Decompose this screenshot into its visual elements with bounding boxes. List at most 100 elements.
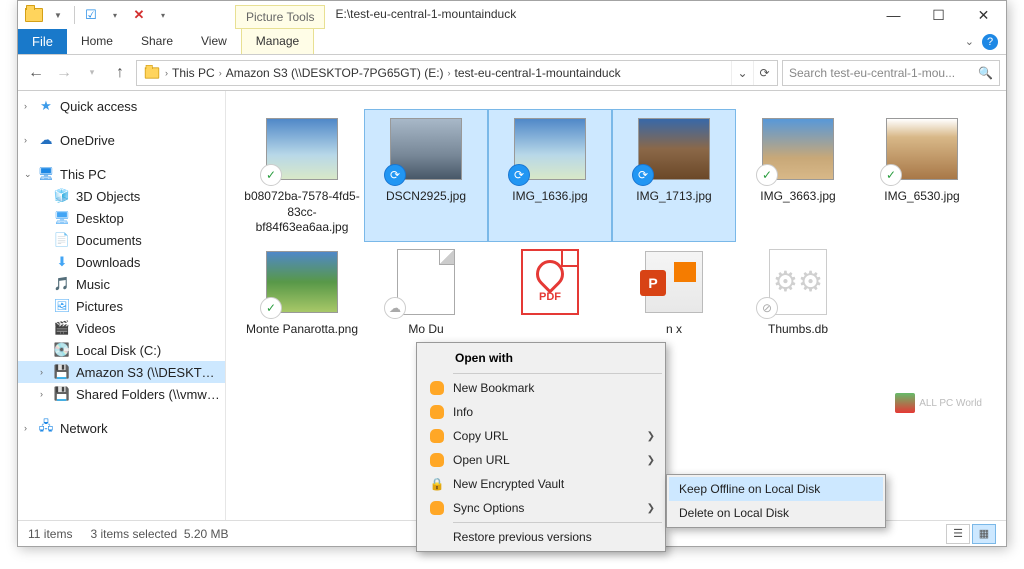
title-bar: ▼ ☑ ▾ ✕ ▾ Picture Tools E:\test-eu-centr… [18,1,1006,29]
sidebar-3d-objects[interactable]: 🧊3D Objects [18,185,225,207]
sync-options-submenu: Keep Offline on Local Disk Delete on Loc… [666,474,886,528]
submenu-delete-local[interactable]: Delete on Local Disk [669,501,883,525]
sidebar-onedrive[interactable]: ›☁OneDrive [18,129,225,151]
navigation-pane: ›★Quick access ›☁OneDrive ⌄🖥This PC 🧊3D … [18,91,226,521]
menu-info[interactable]: Info [419,400,663,424]
file-label: IMG_1713.jpg [636,189,711,205]
menu-open-url[interactable]: Open URL❯ [419,448,663,472]
file-label: Thumbs.db [768,322,828,338]
sync-ok-icon: ✓ [756,164,778,186]
file-item[interactable]: PDF [488,242,612,344]
powerpoint-icon: P [645,251,703,313]
file-item[interactable]: ⟳ IMG_1713.jpg [612,109,736,242]
sidebar-videos[interactable]: 🎬Videos [18,317,225,339]
status-item-count: 11 items [28,527,72,541]
close-button[interactable]: ✕ [961,1,1006,29]
file-item[interactable]: ✓ IMG_6530.jpg [860,109,984,242]
sync-ok-icon: ✓ [880,164,902,186]
file-label: DSCN2925.jpg [386,189,466,205]
file-item[interactable]: ✓ b08072ba-7578-4fd5-83cc-bf84f63ea6aa.j… [240,109,364,242]
menu-encrypted-vault[interactable]: 🔒New Encrypted Vault [419,472,663,496]
quick-access-toolbar: ▼ ☑ ▾ ✕ ▾ [18,1,179,29]
tab-manage[interactable]: Manage [241,29,314,54]
watermark: ALL PC World [895,393,982,413]
tab-home[interactable]: Home [67,29,127,54]
blocked-icon: ⊘ [756,297,778,319]
sidebar-desktop[interactable]: 🖥Desktop [18,207,225,229]
address-dropdown-icon[interactable]: ⌄ [731,61,753,85]
tab-file[interactable]: File [18,29,67,54]
search-icon: 🔍 [978,66,993,80]
file-item[interactable]: ⟳ IMG_1636.jpg [488,109,612,242]
minimize-button[interactable]: — [871,1,916,29]
sidebar-network[interactable]: ›🖧Network [18,417,225,439]
pdf-icon: PDF [521,249,579,315]
sync-ok-icon: ✓ [260,297,282,319]
breadcrumb-segment[interactable]: test-eu-central-1-mountainduck [451,66,625,80]
back-button[interactable]: ← [24,61,48,85]
chevron-right-icon: ❯ [647,455,655,466]
chevron-right-icon: ❯ [647,431,655,442]
sidebar-local-disk[interactable]: 💽Local Disk (C:) [18,339,225,361]
maximize-button[interactable]: ☐ [916,1,961,29]
tab-share[interactable]: Share [127,29,187,54]
file-label: IMG_6530.jpg [884,189,959,205]
sidebar-this-pc[interactable]: ⌄🖥This PC [18,163,225,185]
menu-restore-versions[interactable]: Restore previous versions [419,525,663,549]
search-input[interactable]: Search test-eu-central-1-mou... 🔍 [782,60,1000,86]
file-label: b08072ba-7578-4fd5-83cc-bf84f63ea6aa.jpg [243,189,361,236]
cloud-icon: ☁ [384,297,406,319]
syncing-icon: ⟳ [632,164,654,186]
file-label: IMG_1636.jpg [512,189,587,205]
sync-ok-icon: ✓ [260,164,282,186]
sidebar-downloads[interactable]: ⬇Downloads [18,251,225,273]
file-label: Mo Du [408,322,443,338]
menu-sync-options[interactable]: Sync Options❯ [419,496,663,520]
recent-dropdown[interactable]: ▾ [80,61,104,85]
breadcrumb-segment[interactable]: This PC [168,66,219,80]
breadcrumb-segment[interactable]: Amazon S3 (\\DESKTOP-7PG65GT) (E:) [222,66,448,80]
file-item[interactable]: P n x [612,242,736,344]
file-item[interactable]: ⟳ DSCN2925.jpg [364,109,488,242]
delete-icon[interactable]: ✕ [129,5,149,25]
file-label: Monte Panarotta.png [246,322,358,338]
folder-icon[interactable] [24,5,44,25]
menu-copy-url[interactable]: Copy URL❯ [419,424,663,448]
large-icons-view-button[interactable]: ▦ [972,524,996,544]
context-menu-header[interactable]: Open with [419,345,663,371]
context-menu: Open with New Bookmark Info Copy URL❯ Op… [416,342,666,552]
sidebar-amazon-s3[interactable]: ›💾Amazon S3 (\\DESKTOP-7 [18,361,225,383]
file-item[interactable]: ⚙⚙⊘ Thumbs.db [736,242,860,344]
file-item[interactable]: ✓ Monte Panarotta.png [240,242,364,344]
dropdown-icon[interactable]: ▾ [153,5,173,25]
file-item[interactable]: ☁ Mo Du [364,242,488,344]
refresh-icon[interactable]: ⟳ [753,61,775,85]
sidebar-music[interactable]: 🎵Music [18,273,225,295]
forward-button[interactable]: → [52,61,76,85]
sidebar-quick-access[interactable]: ›★Quick access [18,95,225,117]
syncing-icon: ⟳ [384,164,406,186]
sidebar-shared-folders[interactable]: ›💾Shared Folders (\\vmware [18,383,225,405]
syncing-icon: ⟳ [508,164,530,186]
properties-icon[interactable]: ☑ [81,5,101,25]
help-icon[interactable]: ? [982,34,998,50]
navigation-bar: ← → ▾ ↑ › This PC › Amazon S3 (\\DESKTOP… [18,55,1006,91]
sidebar-pictures[interactable]: 🖼Pictures [18,295,225,317]
contextual-tab-label: Picture Tools [235,5,325,29]
dropdown-icon[interactable]: ▼ [48,5,68,25]
up-button[interactable]: ↑ [108,61,132,85]
window-title: E:\test-eu-central-1-mountainduck [325,1,871,29]
submenu-keep-offline[interactable]: Keep Offline on Local Disk [669,477,883,501]
menu-new-bookmark[interactable]: New Bookmark [419,376,663,400]
dropdown-icon[interactable]: ▾ [105,5,125,25]
search-placeholder: Search test-eu-central-1-mou... [789,66,955,80]
file-label: IMG_3663.jpg [760,189,835,205]
sidebar-documents[interactable]: 📄Documents [18,229,225,251]
status-selection: 3 items selected 5.20 MB [90,527,228,541]
tab-view[interactable]: View [187,29,241,54]
chevron-right-icon: ❯ [647,503,655,514]
expand-ribbon-icon[interactable]: ⌄ [965,35,974,48]
file-item[interactable]: ✓ IMG_3663.jpg [736,109,860,242]
address-bar[interactable]: › This PC › Amazon S3 (\\DESKTOP-7PG65GT… [136,60,778,86]
details-view-button[interactable]: ☰ [946,524,970,544]
